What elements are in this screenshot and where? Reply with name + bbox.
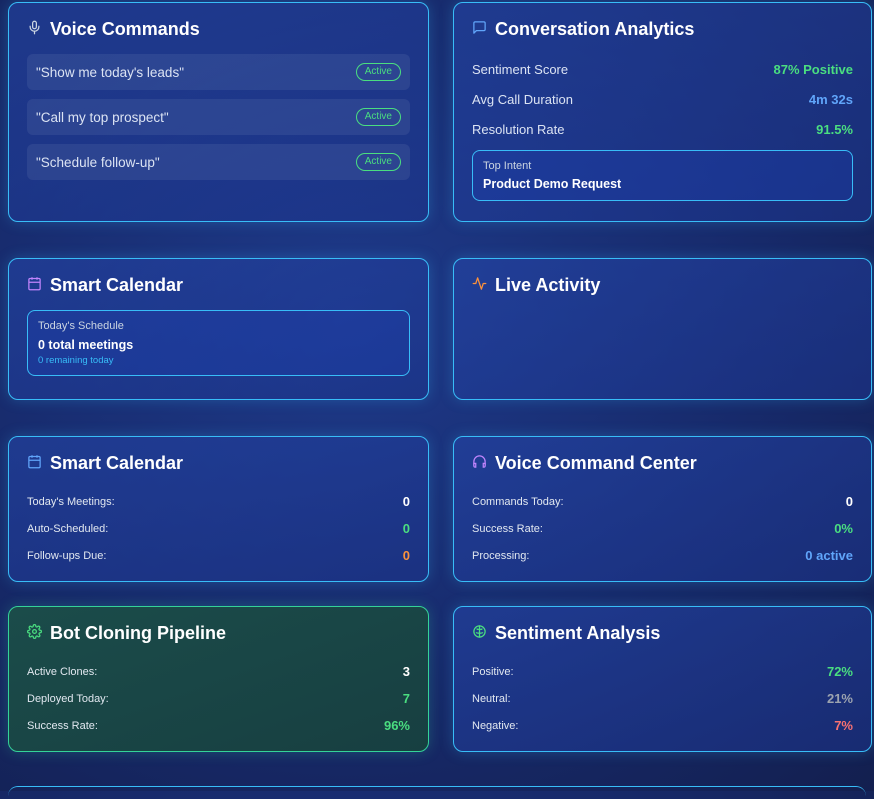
negative-row: Negative: 7% — [472, 718, 853, 733]
neutral-row: Neutral: 21% — [472, 691, 853, 706]
card-title: Sentiment Analysis — [472, 623, 853, 644]
activity-icon — [472, 275, 487, 296]
next-card-edge — [8, 786, 866, 799]
auto-scheduled-row: Auto-Scheduled: 0 — [27, 521, 410, 536]
avg-call-duration-row: Avg Call Duration 4m 32s — [472, 91, 853, 107]
smart-calendar-stats-card: Smart Calendar Today's Meetings: 0 Auto-… — [8, 436, 429, 582]
calendar-icon — [27, 453, 42, 474]
sentiment-score-row: Sentiment Score 87% Positive — [472, 61, 853, 77]
card-title: Live Activity — [472, 275, 853, 296]
status-badge: Active — [355, 63, 401, 81]
brain-icon — [472, 623, 487, 644]
sentiment-analysis-card: Sentiment Analysis Positive: 72% Neutral… — [453, 606, 872, 752]
processing-row: Processing: 0 active — [472, 548, 853, 563]
todays-schedule-box[interactable]: Today's Schedule 0 total meetings 0 rema… — [27, 310, 410, 376]
calendar-icon — [27, 275, 42, 296]
mic-icon — [27, 19, 42, 40]
todays-meetings-row: Today's Meetings: 0 — [27, 494, 410, 509]
message-square-icon — [472, 19, 487, 40]
bot-cloning-pipeline-card: Bot Cloning Pipeline Active Clones: 3 De… — [8, 606, 429, 752]
status-badge: Active — [355, 108, 401, 126]
live-activity-card: Live Activity — [453, 258, 872, 400]
active-clones-row: Active Clones: 3 — [27, 664, 410, 679]
voice-command-item[interactable]: "Call my top prospect" Active — [27, 99, 410, 135]
deployed-today-row: Deployed Today: 7 — [27, 691, 410, 706]
commands-today-row: Commands Today: 0 — [472, 494, 853, 509]
success-rate-row: Success Rate: 96% — [27, 718, 410, 733]
voice-commands-card: Voice Commands "Show me today's leads" A… — [8, 2, 429, 222]
card-title: Conversation Analytics — [472, 19, 853, 40]
card-title: Smart Calendar — [27, 275, 410, 296]
headphones-icon — [472, 453, 487, 474]
gear-icon — [27, 623, 42, 644]
card-title: Voice Commands — [27, 19, 410, 40]
voice-command-item[interactable]: "Schedule follow-up" Active — [27, 144, 410, 180]
voice-command-center-card: Voice Command Center Commands Today: 0 S… — [453, 436, 872, 582]
resolution-rate-row: Resolution Rate 91.5% — [472, 121, 853, 137]
card-title: Voice Command Center — [472, 453, 853, 474]
smart-calendar-card: Smart Calendar Today's Schedule 0 total … — [8, 258, 429, 400]
success-rate-row: Success Rate: 0% — [472, 521, 853, 536]
conversation-analytics-card: Conversation Analytics Sentiment Score 8… — [453, 2, 872, 222]
voice-command-item[interactable]: "Show me today's leads" Active — [27, 54, 410, 90]
status-badge: Active — [355, 153, 401, 171]
card-title: Bot Cloning Pipeline — [27, 623, 410, 644]
positive-row: Positive: 72% — [472, 664, 853, 679]
top-intent-box: Top Intent Product Demo Request — [472, 150, 853, 201]
card-title: Smart Calendar — [27, 453, 410, 474]
follow-ups-due-row: Follow-ups Due: 0 — [27, 548, 410, 563]
